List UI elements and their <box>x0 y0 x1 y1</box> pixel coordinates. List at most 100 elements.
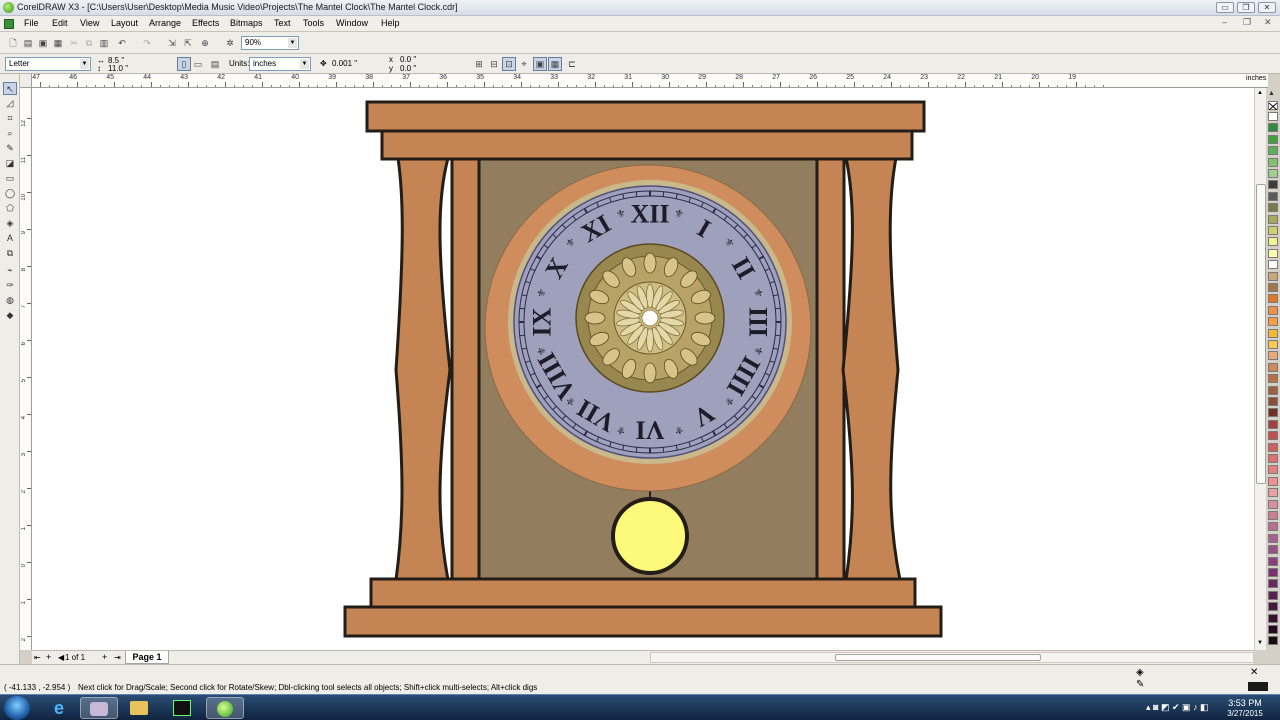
media-app-icon[interactable] <box>80 697 118 719</box>
minimize-button[interactable]: ▭ <box>1216 2 1234 13</box>
palette-swatch[interactable] <box>1268 511 1278 520</box>
polygon-tool-icon[interactable]: ⬠ <box>3 202 17 215</box>
rectangle-tool-icon[interactable]: ▭ <box>3 172 17 185</box>
corel-online-icon[interactable]: ✲ <box>223 36 237 50</box>
palette-swatch[interactable] <box>1268 157 1278 167</box>
palette-swatch[interactable] <box>1268 374 1278 384</box>
palette-swatch[interactable] <box>1268 260 1278 270</box>
menu-text[interactable]: Text <box>274 18 291 28</box>
fill-tool-icon[interactable]: ◍ <box>3 294 17 307</box>
page-tab[interactable]: Page 1 <box>125 651 169 664</box>
export-icon[interactable]: ⇱ <box>181 36 195 50</box>
outline-tool-icon[interactable]: ✑ <box>3 279 17 292</box>
new-from-template-icon[interactable]: ▤ <box>21 36 35 50</box>
video-editor-icon[interactable] <box>163 697 201 719</box>
palette-swatch[interactable] <box>1268 362 1278 372</box>
tray-icons[interactable]: ▴ ◙ ◩ ✔ ▣ ♪ ◧ <box>1146 702 1209 713</box>
palette-swatch[interactable] <box>1268 248 1278 258</box>
drawing-canvas[interactable]: XII I II III IIII V VI VII VIII IX X XI ⚜ ⚜ ⚜ ⚜ ⚜ ⚜ ⚜ ⚜ ⚜ ⚜ ⚜… <box>32 88 1254 650</box>
palette-swatch[interactable] <box>1268 613 1278 623</box>
palette-swatch[interactable] <box>1268 442 1278 452</box>
palette-swatch[interactable] <box>1268 226 1278 235</box>
palette-swatch[interactable] <box>1268 499 1278 509</box>
add-page-before-icon[interactable]: + <box>46 652 51 662</box>
dynamic-guides-icon[interactable]: ⌖ <box>517 57 531 71</box>
palette-swatch[interactable] <box>1268 340 1278 349</box>
palette-swatch[interactable] <box>1268 123 1278 133</box>
palette-swatch[interactable] <box>1268 476 1278 486</box>
nudge-field[interactable]: 0.001 " <box>332 59 372 68</box>
text-tool-icon[interactable]: A <box>3 232 17 245</box>
freehand-tool-icon[interactable]: ✎ <box>3 142 17 155</box>
palette-swatch[interactable] <box>1268 169 1278 178</box>
menu-layout[interactable]: Layout <box>111 18 138 28</box>
palette-swatch[interactable] <box>1268 602 1278 612</box>
palette-swatch[interactable] <box>1268 431 1278 441</box>
zoom-levels-select[interactable]: 90% ▼ <box>241 36 299 50</box>
palette-swatch[interactable] <box>1268 328 1278 338</box>
add-page-after-icon[interactable]: + <box>102 652 107 662</box>
menu-file[interactable]: File <box>24 18 39 28</box>
vertical-scroll-thumb[interactable] <box>1256 184 1266 484</box>
smart-fill-tool-icon[interactable]: ◪ <box>3 157 17 170</box>
duplicate-x-field[interactable]: 0.0 " <box>400 55 440 64</box>
options-icon[interactable]: ▦ <box>548 57 562 71</box>
crop-tool-icon[interactable]: ⌗ <box>3 112 17 125</box>
landscape-icon[interactable]: ▭ <box>191 57 205 71</box>
palette-swatch[interactable] <box>1268 408 1278 418</box>
menu-window[interactable]: Window <box>336 18 368 28</box>
file-explorer-icon[interactable] <box>120 697 158 719</box>
palette-swatch[interactable] <box>1268 237 1278 247</box>
copy-icon[interactable]: ⧉ <box>82 36 96 50</box>
palette-swatch[interactable] <box>1268 294 1278 304</box>
vertical-scrollbar[interactable]: ▲ ▼ <box>1254 88 1266 650</box>
open-icon[interactable]: ▣ <box>36 36 50 50</box>
align-icon[interactable]: ⊏ <box>565 57 579 71</box>
windows-orb-icon[interactable] <box>4 696 30 720</box>
palette-swatch[interactable] <box>1268 568 1278 577</box>
palette-swatch[interactable] <box>1268 488 1278 498</box>
palette-swatch[interactable] <box>1268 112 1278 121</box>
clock-face[interactable]: XII IIIIIIIIIIVVIVIIVIIIIXXXI ⚜⚜⚜⚜⚜⚜⚜⚜⚜⚜⚜… <box>484 164 812 492</box>
previous-page-icon[interactable]: ◀ <box>58 653 64 662</box>
page-height-field[interactable]: 11.0 " <box>108 64 156 73</box>
doc-restore-icon[interactable]: ❐ <box>1243 17 1251 28</box>
snap-guidelines-icon[interactable]: ⊟ <box>487 57 501 71</box>
save-icon[interactable]: ▦ <box>51 36 65 50</box>
redo-icon[interactable]: ↷ <box>140 36 154 50</box>
restore-button[interactable]: ❐ <box>1237 2 1255 13</box>
paper-type-select[interactable]: Letter ▼ <box>5 57 91 71</box>
menu-effects[interactable]: Effects <box>192 18 219 28</box>
clock-drawing[interactable]: XII IIIIIIIIIIVVIVIIVIIIIXXXI ⚜⚜⚜⚜⚜⚜⚜⚜⚜⚜⚜… <box>32 88 1254 650</box>
new-icon[interactable]: 🗋 <box>6 36 20 50</box>
units-select[interactable]: inches ▼ <box>249 57 311 71</box>
palette-swatch[interactable] <box>1268 556 1278 566</box>
first-page-icon[interactable]: ⇤ <box>34 653 41 662</box>
menu-edit[interactable]: Edit <box>52 18 68 28</box>
palette-swatch[interactable] <box>1268 590 1278 600</box>
zoom-tool-icon[interactable]: ⌕ <box>3 127 17 140</box>
scroll-up-icon[interactable]: ▲ <box>1257 90 1263 96</box>
duplicate-y-field[interactable]: 0.0 " <box>400 64 440 73</box>
interactive-fill-tool-icon[interactable]: ◆ <box>3 309 17 322</box>
palette-swatch[interactable] <box>1268 305 1278 315</box>
palette-swatch[interactable] <box>1268 134 1278 144</box>
horizontal-scroll-thumb[interactable] <box>835 654 1041 661</box>
menu-bitmaps[interactable]: Bitmaps <box>230 18 263 28</box>
palette-swatch[interactable] <box>1268 522 1278 532</box>
application-launcher-icon[interactable]: ⊕ <box>198 36 212 50</box>
clock-time[interactable]: 3:53 PM <box>1222 698 1268 708</box>
menu-help[interactable]: Help <box>381 18 400 28</box>
palette-swatch[interactable] <box>1268 191 1278 201</box>
palette-swatch[interactable] <box>1268 146 1278 156</box>
palette-swatch[interactable] <box>1268 385 1278 395</box>
palette-swatch[interactable] <box>1268 397 1278 406</box>
portrait-icon[interactable]: ▯ <box>177 57 191 71</box>
palette-swatch[interactable] <box>1268 636 1278 646</box>
clock-date[interactable]: 3/27/2015 <box>1222 709 1268 718</box>
paste-icon[interactable]: ▥ <box>97 36 111 50</box>
menu-view[interactable]: View <box>80 18 99 28</box>
basic-shapes-tool-icon[interactable]: ◈ <box>3 217 17 230</box>
all-pages-icon[interactable]: ▤ <box>208 57 222 71</box>
horizontal-ruler[interactable]: 47 46 45 44 43 42 41 40 39 38 37 36 35 34 33 32 31 30 29 28… <box>20 74 1268 88</box>
